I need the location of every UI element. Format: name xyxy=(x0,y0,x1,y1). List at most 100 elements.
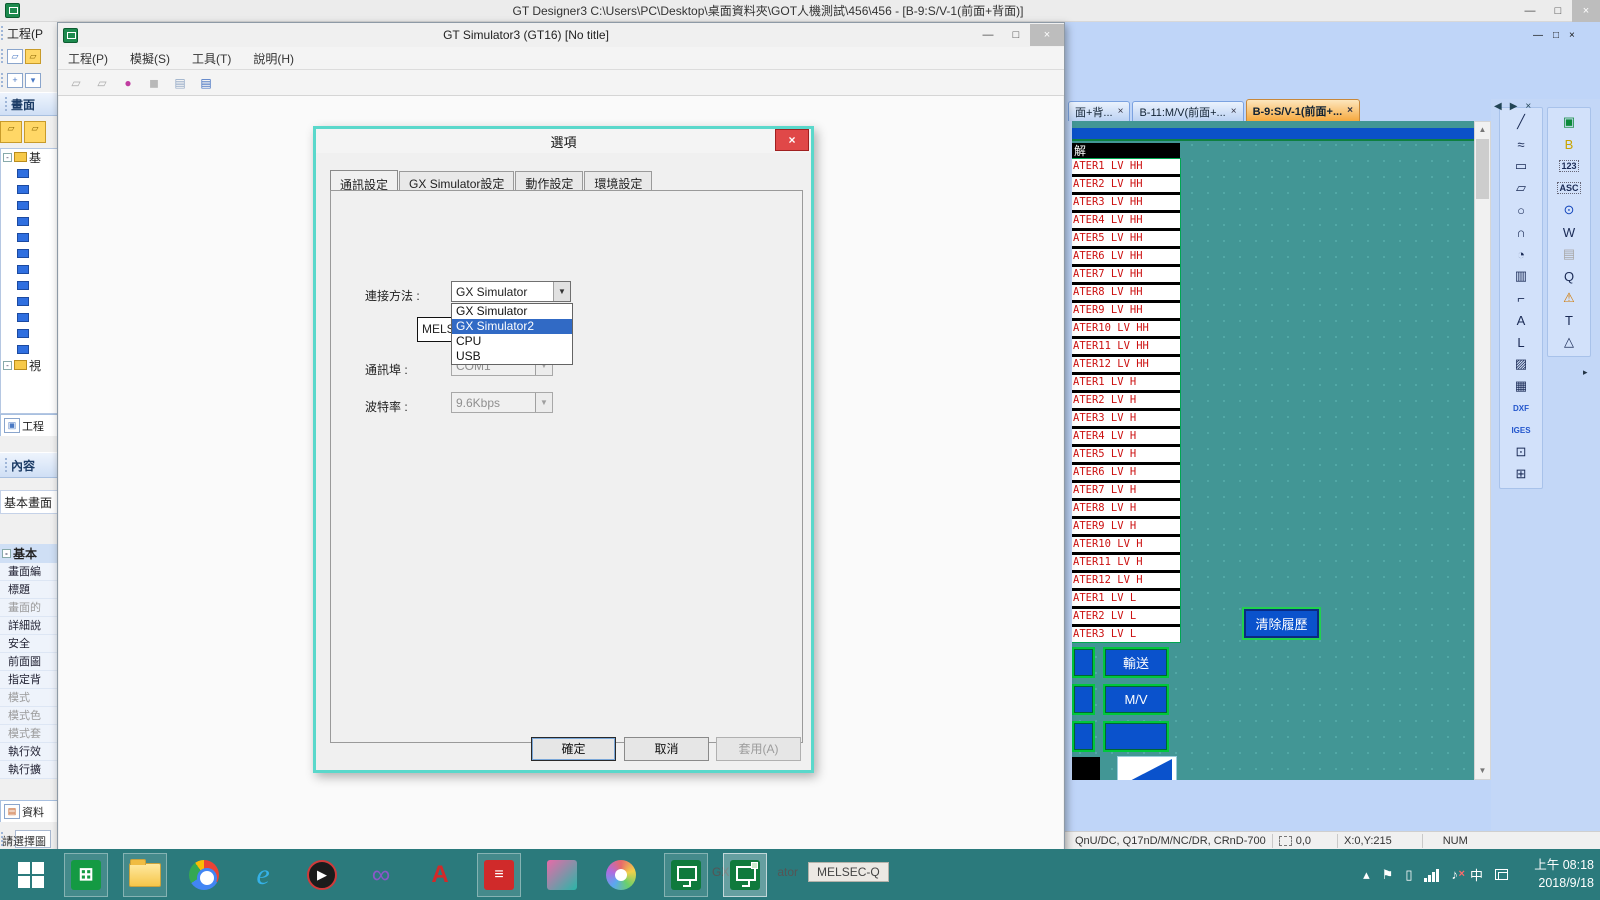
menu-item[interactable]: 模擬(S) xyxy=(130,50,170,67)
alarm-row[interactable]: ATER9 LV HH xyxy=(1072,303,1180,318)
property-row[interactable]: 詳細說 xyxy=(0,617,63,635)
scroll-thumb[interactable] xyxy=(1476,139,1489,199)
tab-scroll-right-icon[interactable]: ▶ xyxy=(1510,101,1518,112)
dropdown-option[interactable]: GX Simulator xyxy=(452,304,572,319)
alarm-row[interactable]: ATER4 LV HH xyxy=(1072,213,1180,228)
property-row[interactable]: 模式色 xyxy=(0,707,63,725)
doc-tab-b11[interactable]: B-11:M/V(前面+... × xyxy=(1132,101,1243,121)
menu-item[interactable]: 工程(P) xyxy=(68,50,108,67)
dropdown-option[interactable]: CPU xyxy=(452,334,572,349)
start-button[interactable] xyxy=(0,849,62,900)
taskbar-paint-button[interactable] xyxy=(599,853,643,897)
alarm-row[interactable]: ATER6 LV H xyxy=(1072,465,1180,480)
property-row[interactable]: 標題 xyxy=(0,581,63,599)
doc-tab-b9-active[interactable]: B-9:S/V-1(前面+... × xyxy=(1246,99,1360,121)
menu-item[interactable]: 工具(T) xyxy=(192,50,231,67)
close-icon[interactable]: × xyxy=(1572,0,1600,22)
dropdown-option[interactable]: GX Simulator2 xyxy=(452,319,572,334)
new-screen-folder-icon[interactable]: ▱ xyxy=(24,121,46,143)
partial-button-left-2[interactable] xyxy=(1072,684,1095,715)
alarm-list-panel[interactable]: 解 ATER1 LV HHATER2 LV HHATER3 LV HHATER4… xyxy=(1072,143,1180,637)
taskbar-photos-button[interactable] xyxy=(540,853,584,897)
alarm-row[interactable]: ATER1 LV L xyxy=(1072,591,1180,606)
property-row[interactable]: 畫面的 xyxy=(0,599,63,617)
alarm-row[interactable]: ATER11 LV HH xyxy=(1072,339,1180,354)
tab-scroll-left-icon[interactable]: ◀ xyxy=(1494,101,1502,112)
dialog-close-icon[interactable]: × xyxy=(775,129,809,151)
transfer-button[interactable]: 輸送 xyxy=(1103,647,1169,678)
partial-button-left-1[interactable] xyxy=(1072,647,1095,678)
alarm-row[interactable]: ATER11 LV H xyxy=(1072,555,1180,570)
sim-close-icon[interactable]: × xyxy=(1030,24,1064,46)
alarm-row[interactable]: ATER7 LV H xyxy=(1072,483,1180,498)
project-tab[interactable]: ▣ 工程 xyxy=(0,414,63,436)
alarm-row[interactable]: ATER2 LV HH xyxy=(1072,177,1180,192)
tree-screen-item[interactable] xyxy=(1,261,62,277)
collapse-icon[interactable]: - xyxy=(3,361,12,370)
new-project-icon[interactable]: ▱ xyxy=(7,49,23,64)
collapse-icon[interactable]: - xyxy=(2,549,11,558)
muted-speaker-icon[interactable]: ♪ xyxy=(1451,867,1458,882)
screen-tree[interactable]: - 基 xyxy=(0,148,63,414)
partial-button-left-3[interactable] xyxy=(1072,721,1095,752)
alarm-row[interactable]: ATER9 LV H xyxy=(1072,519,1180,534)
alarm-row[interactable]: ATER8 LV H xyxy=(1072,501,1180,516)
taskbar-gt-designer-button[interactable] xyxy=(664,853,708,897)
tree-screen-item[interactable] xyxy=(1,309,62,325)
new-window-icon[interactable]: ▾ xyxy=(25,73,41,88)
main-window-titlebar[interactable]: GT Designer3 C:\Users\PC\Desktop\桌面資料夾\G… xyxy=(0,0,1600,22)
property-row[interactable]: 指定背 xyxy=(0,671,63,689)
connect-method-combo[interactable]: GX Simulator ▼ xyxy=(451,281,571,302)
dialog-titlebar[interactable]: 選項 xyxy=(316,129,811,153)
taskbar-file-explorer-button[interactable] xyxy=(123,853,167,897)
alarm-row[interactable]: ATER1 LV HH xyxy=(1072,159,1180,174)
alarm-row[interactable]: ATER8 LV HH xyxy=(1072,285,1180,300)
dropdown-option[interactable]: USB xyxy=(452,349,572,364)
menu-project[interactable]: 工程(P xyxy=(7,25,43,42)
tray-up-arrow-icon[interactable]: ▴ xyxy=(1363,867,1370,883)
alarm-row[interactable]: ATER12 LV HH xyxy=(1072,357,1180,372)
mdi-restore-icon[interactable]: □ xyxy=(1553,30,1559,41)
sim-minimize-icon[interactable]: — xyxy=(974,24,1002,46)
battery-icon[interactable]: ▯ xyxy=(1405,867,1412,883)
network-signal-icon[interactable] xyxy=(1424,868,1439,882)
alarm-row[interactable]: ATER2 LV H xyxy=(1072,393,1180,408)
sim-maximize-icon[interactable]: □ xyxy=(1002,24,1030,46)
tree-screen-item[interactable] xyxy=(1,277,62,293)
chevron-down-icon[interactable]: ▼ xyxy=(553,282,570,301)
scroll-down-icon[interactable]: ▼ xyxy=(1475,763,1490,779)
property-row[interactable]: 模式 xyxy=(0,689,63,707)
tree-screen-item[interactable] xyxy=(1,165,62,181)
tab-close-icon[interactable]: × xyxy=(1347,105,1353,116)
taskbar-gx-works-button[interactable]: ≡ xyxy=(477,853,521,897)
tree-screen-item[interactable] xyxy=(1,325,62,341)
action-center-flag-icon[interactable]: ⚑ xyxy=(1382,867,1394,883)
taskbar-gt-simulator-button[interactable] xyxy=(723,853,767,897)
alarm-row[interactable]: ATER7 LV HH xyxy=(1072,267,1180,282)
property-row[interactable]: 執行擴 xyxy=(0,761,63,779)
alarm-row[interactable]: ATER6 LV HH xyxy=(1072,249,1180,264)
taskbar-visual-studio-button[interactable]: ∞ xyxy=(359,853,403,897)
touch-keyboard-icon[interactable] xyxy=(1495,869,1508,880)
mdi-minimize-icon[interactable]: — xyxy=(1533,30,1543,41)
tree-screen-item[interactable] xyxy=(1,245,62,261)
toolbar-overflow-icon[interactable]: ▸ xyxy=(1583,367,1588,378)
tree-screen-item[interactable] xyxy=(1,229,62,245)
property-row[interactable]: 前面圖 xyxy=(0,653,63,671)
mdi-close-icon[interactable]: × xyxy=(1569,30,1575,41)
data-browser-tab[interactable]: ▤ 資料 xyxy=(0,800,63,822)
open-screen-icon[interactable]: ▱ xyxy=(0,121,22,143)
open-project-icon[interactable]: ▱ xyxy=(66,74,86,92)
tree-screen-item[interactable] xyxy=(1,293,62,309)
tree-screen-item[interactable] xyxy=(1,181,62,197)
tree-node-window[interactable]: - 視 xyxy=(1,357,62,373)
blank-button[interactable] xyxy=(1103,721,1169,752)
property-row[interactable]: 畫面編 xyxy=(0,563,63,581)
property-row[interactable]: 模式套 xyxy=(0,725,63,743)
screen-design-canvas[interactable]: 解 ATER1 LV HHATER2 LV HHATER3 LV HHATER4… xyxy=(1072,121,1474,780)
alarm-row[interactable]: ATER3 LV H xyxy=(1072,411,1180,426)
tab-list-close-icon[interactable]: × xyxy=(1525,101,1531,112)
taskbar-internet-explorer-button[interactable]: e xyxy=(241,853,285,897)
tree-screen-item[interactable] xyxy=(1,341,62,357)
stop-simulation-icon[interactable]: ◼ xyxy=(144,74,164,92)
